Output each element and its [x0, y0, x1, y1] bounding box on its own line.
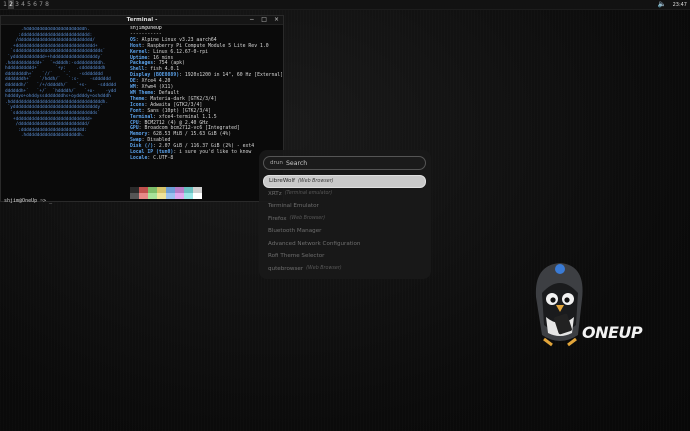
app-list: LibreWolf (Web Browser) XRTz (Terminal emul… [263, 175, 426, 275]
info-key: Uptime [130, 55, 148, 61]
info-value: Broadcom bcm2712-vc6 [Integrated] [144, 126, 240, 132]
color-palette [130, 187, 202, 199]
info-value: 754 (apk) [158, 61, 185, 67]
info-key: Shell [130, 67, 145, 73]
info-key: Swap [130, 138, 142, 144]
info-value: 16 mins [153, 55, 174, 61]
clock[interactable]: 23:47 [673, 2, 687, 8]
launcher-item[interactable]: qutebrowser (Web Browser) [263, 263, 426, 276]
window-title: Terminal - [126, 17, 158, 23]
launcher-item-description: (Web Browser) [298, 178, 334, 184]
info-value: Materia-dark [GTK2/3/4] [150, 96, 217, 102]
workspace-8[interactable]: 8 [44, 0, 50, 9]
info-value: Raspberry Pi Compute Module 5 Lite Rev 1… [147, 43, 269, 49]
top-panel: 12345678 🔈 23:47 [0, 0, 690, 10]
info-key: Local IP (tun0) [130, 150, 174, 156]
launcher-item-name: LibreWolf [269, 178, 295, 185]
minimize-button[interactable]: − [249, 16, 254, 24]
info-key: WM Theme [130, 90, 154, 96]
workspace-switcher: 12345678 [2, 0, 50, 9]
info-key: Kernel [130, 49, 148, 55]
info-key: Font [130, 108, 142, 114]
info-value: Disabled [147, 138, 171, 144]
color-swatch [130, 193, 139, 199]
launcher-item-name: XRTz [268, 190, 282, 197]
ascii-line: hddddyo+ohddyssdddddddhs+oyddddy+oshdddh [5, 94, 111, 100]
info-value: Xfce4 4.20 [141, 79, 171, 85]
info-key: Locale [130, 155, 148, 161]
color-swatch [166, 193, 175, 199]
info-value: Linux 6.12.67-0-rpi [153, 49, 208, 55]
app-launcher: drun LibreWolf(Web Browser)XRTz(Terminal… [259, 150, 431, 279]
ascii-line: .hddddddddddddddddddddh. [5, 133, 85, 139]
info-key: Theme [130, 96, 145, 102]
info-value: Sans (10pt) [GTK2/3/4] [147, 108, 211, 114]
color-swatch [139, 193, 148, 199]
launcher-item-name: Advanced Network Configuration [268, 240, 361, 247]
info-key: Terminal [130, 114, 154, 120]
info-value: xfce4-terminal 1.1.5 [158, 114, 217, 120]
info-key: GPU [130, 126, 139, 132]
info-key: Disk (/) [130, 144, 154, 150]
launcher-item[interactable]: LibreWolf (Web Browser) [263, 175, 426, 188]
info-key: CPU [130, 120, 139, 126]
oneup-logo: ONEUP [582, 323, 643, 342]
terminal-titlebar[interactable]: Terminal - − □ × [1, 16, 283, 25]
launcher-item[interactable]: XRTz (Terminal emulator) [263, 188, 426, 201]
maximize-button[interactable]: □ [261, 16, 267, 24]
info-value: Adwaita [GTK2/3/4] [150, 102, 203, 108]
launcher-item-name: qutebrowser [268, 265, 304, 272]
terminal-window[interactable]: Terminal - − □ × .hddddddddddddddddddddd… [0, 15, 284, 204]
info-key: Display (BOE0889) [130, 73, 180, 79]
info-key: Memory [130, 132, 148, 138]
info-key: Icons [130, 102, 145, 108]
shell-prompt[interactable]: shjim@OneUp ~> _ [4, 198, 52, 204]
info-value: Default [158, 90, 180, 96]
launcher-item-description: (Web Browser) [306, 266, 342, 272]
launcher-item[interactable]: Bluetooth Manager [263, 225, 426, 238]
info-value: BCM2712 (4) @ 2.40 GHz [144, 120, 208, 126]
system-tray: 🔈 23:47 [658, 0, 687, 9]
system-info: shjim@OneUp ----------- OS: Alpine Linux… [130, 26, 282, 162]
close-button[interactable]: × [274, 16, 279, 24]
info-value: C.UTF-8 [153, 155, 174, 161]
search-input[interactable] [285, 159, 406, 167]
search-bar[interactable]: drun [263, 156, 426, 170]
launcher-item[interactable]: Firefox (Web Browser) [263, 213, 426, 226]
info-key: Host [130, 43, 142, 49]
launcher-item-name: Bluetooth Manager [268, 228, 322, 235]
info-key: Packages [130, 61, 154, 67]
color-swatch [175, 193, 184, 199]
info-value: Alpine Linux v3.23 aarch64 [141, 37, 217, 43]
color-swatch [157, 193, 166, 199]
launcher-item-name: Firefox [268, 215, 287, 222]
color-swatch [193, 193, 202, 199]
distro-ascii-logo: .hddddddddddddddddddddddh. :dddddddddddd… [5, 27, 127, 139]
launcher-item-description: (Web Browser) [289, 216, 326, 222]
launcher-item[interactable]: Rofi Theme Selector [263, 250, 426, 263]
color-swatch [148, 193, 157, 199]
color-swatch [184, 193, 193, 199]
info-value: 628.53 MiB / 15.63 GiB (4%) [153, 132, 232, 138]
info-value: 1920x1200 in 14", 60 Hz [External] [184, 73, 282, 79]
launcher-mode: drun [270, 160, 283, 166]
info-value: fish 4.0.1 [150, 67, 180, 73]
launcher-item[interactable]: Terminal Emulator [263, 200, 426, 213]
info-value: Xfwm4 (X11) [141, 85, 174, 91]
ascii-line: ddddddh/` `/+/dddddh/` `+s- -sddddd [5, 82, 117, 88]
launcher-item-name: Terminal Emulator [268, 203, 319, 210]
launcher-item-name: Rofi Theme Selector [268, 253, 325, 260]
info-value: 2.07 GiB / 116.37 GiB (2%) - ext4 [158, 144, 255, 150]
launcher-item-description: (Terminal emulator) [284, 191, 333, 197]
speaker-icon[interactable]: 🔈 [658, 0, 667, 9]
launcher-item[interactable]: Advanced Network Configuration [263, 238, 426, 251]
info-value: i sure you'd like to know [179, 150, 252, 156]
